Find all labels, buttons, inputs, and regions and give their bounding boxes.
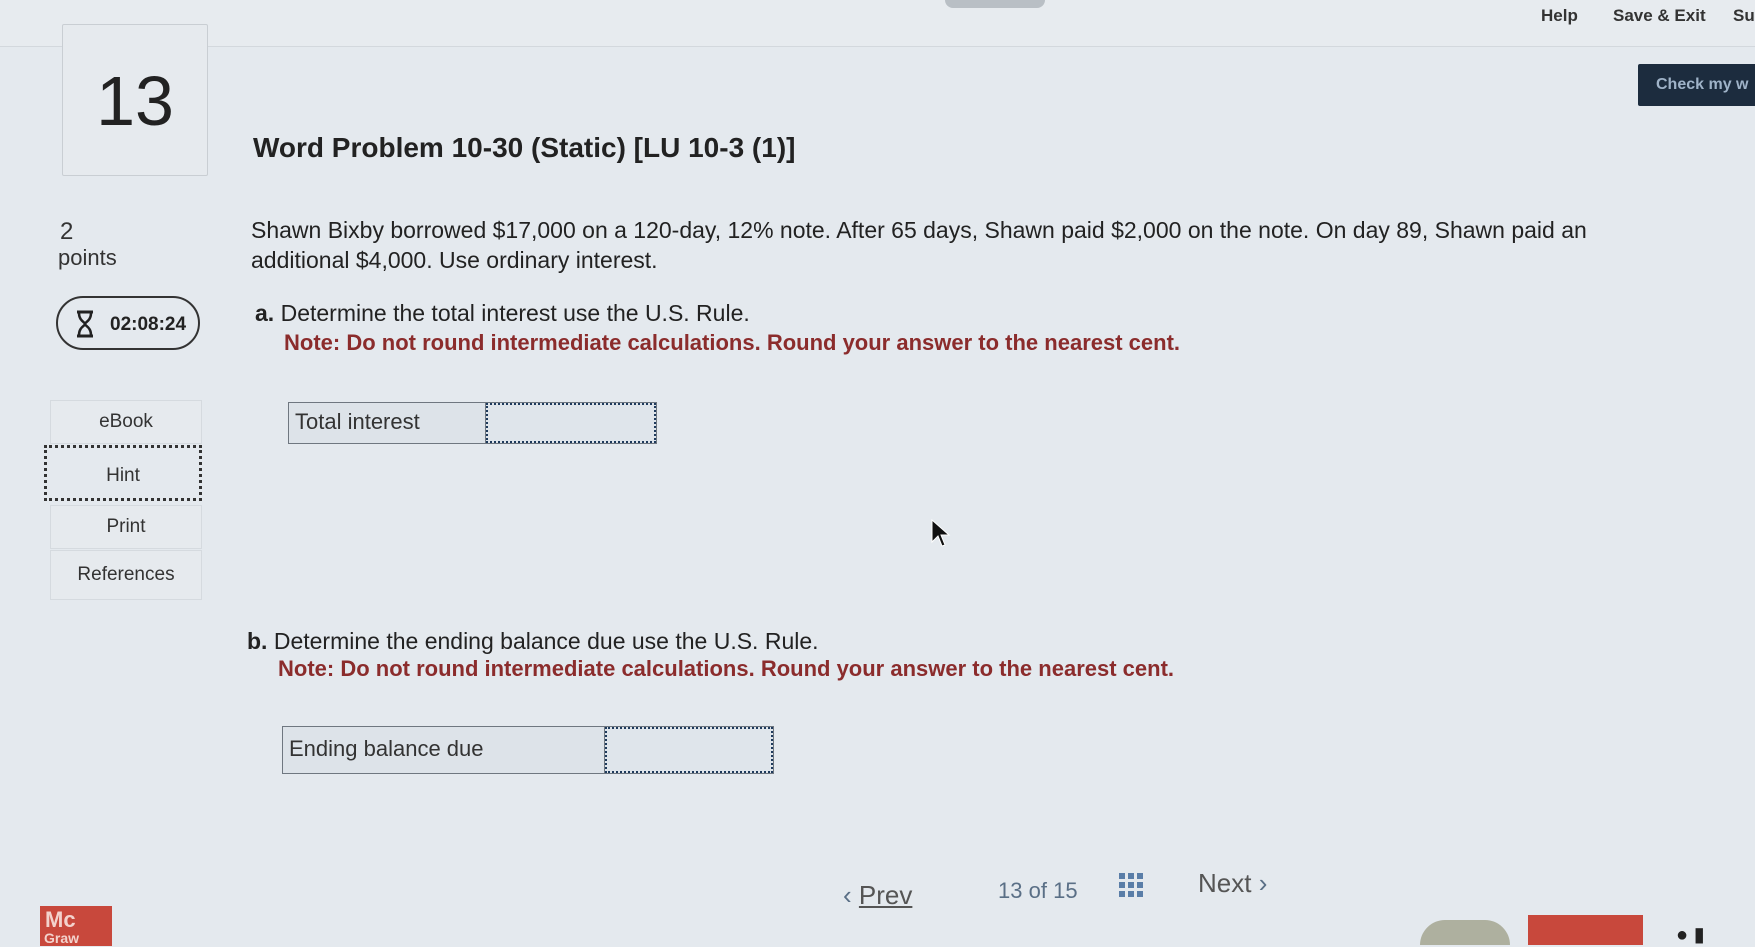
question-number: 13: [96, 62, 174, 140]
logo-text: Mc: [45, 907, 76, 932]
of-label: of: [1028, 878, 1047, 903]
chevron-right-icon: ›: [1258, 868, 1268, 898]
part-a-prefix: a.: [255, 300, 275, 326]
current-page: 13: [998, 878, 1023, 903]
part-a-note: Note: Do not round intermediate calculat…: [284, 330, 1181, 355]
part-b-prefix: b.: [247, 628, 268, 654]
problem-text: Shawn Bixby borrowed $17,000 on a 120-da…: [251, 217, 1587, 273]
points-value: 2: [60, 218, 74, 245]
sidebar-item-hint[interactable]: Hint: [44, 445, 202, 501]
save-exit-link[interactable]: Save & Exit: [1613, 6, 1706, 26]
question-number-box: 13: [62, 24, 208, 176]
top-tab-handle: [945, 0, 1045, 8]
prev-button[interactable]: ‹ Prev: [843, 880, 912, 911]
grid-icon[interactable]: [1118, 872, 1144, 898]
page-indicator: 13 of 15: [998, 878, 1078, 904]
part-b-prompt: b. Determine the ending balance due use …: [247, 628, 819, 655]
help-link[interactable]: Help: [1541, 6, 1578, 26]
ending-balance-input[interactable]: [605, 727, 773, 773]
problem-title: Word Problem 10-30 (Static) [LU 10-3 (1)…: [253, 132, 796, 163]
part-b-note: Note: Do not round intermediate calculat…: [278, 656, 1175, 681]
answer-table-b: Ending balance due: [282, 726, 774, 774]
check-my-work-button[interactable]: Check my w: [1638, 64, 1755, 106]
total-pages: 15: [1053, 878, 1078, 903]
ending-balance-label: Ending balance due: [283, 727, 605, 773]
timer[interactable]: 02:08:24: [56, 296, 200, 350]
part-a-prompt: a. Determine the total interest use the …: [255, 300, 750, 327]
answer-table-a: Total interest: [288, 402, 657, 444]
submit-link[interactable]: Su: [1733, 6, 1755, 26]
next-button[interactable]: Next ›: [1198, 868, 1267, 899]
bottom-red-button[interactable]: [1528, 915, 1643, 945]
next-label: Next: [1198, 868, 1252, 898]
total-interest-input[interactable]: [486, 403, 656, 443]
mouse-cursor-icon: [931, 518, 951, 547]
part-a-text: Determine the total interest use the U.S…: [280, 300, 750, 326]
points-label: points: [58, 245, 117, 270]
top-bar: [0, 0, 1755, 47]
total-interest-label: Total interest: [289, 403, 486, 443]
bottom-decoration: [1420, 920, 1510, 945]
chevron-left-icon: ‹: [843, 880, 852, 910]
bottom-tray-icons: ● ▮: [1676, 924, 1705, 946]
sidebar-item-print[interactable]: Print: [50, 505, 202, 549]
logo-subtext: Graw: [44, 930, 80, 946]
timer-text: 02:08:24: [110, 314, 187, 335]
sidebar-item-ebook[interactable]: eBook: [50, 400, 202, 444]
hourglass-icon: [77, 310, 93, 338]
prev-label: Prev: [858, 880, 913, 910]
part-b-text: Determine the ending balance due use the…: [273, 628, 819, 654]
sidebar-item-references[interactable]: References: [50, 550, 202, 600]
